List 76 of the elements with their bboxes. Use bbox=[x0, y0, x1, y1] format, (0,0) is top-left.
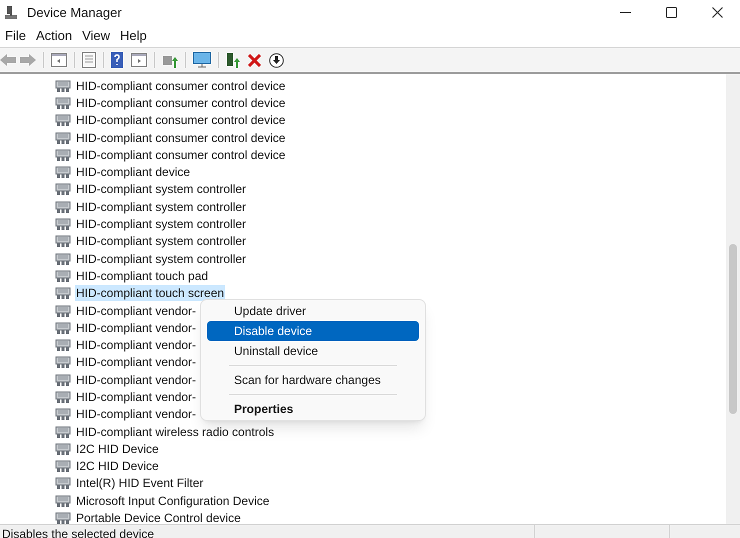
back-arrow-icon[interactable] bbox=[0, 54, 16, 66]
device-icon bbox=[55, 494, 71, 508]
device-icon bbox=[55, 459, 71, 474]
device-icon bbox=[55, 113, 71, 128]
device-icon bbox=[55, 407, 71, 422]
device-item[interactable]: HID-compliant consumer control device bbox=[75, 130, 286, 146]
device-item[interactable]: HID-compliant touch pad bbox=[75, 268, 210, 284]
device-item[interactable]: HID-compliant consumer control device bbox=[75, 94, 286, 111]
device-item[interactable]: HID-compliant vendor- bbox=[75, 406, 198, 422]
device-item[interactable]: Intel(R) HID Event Filter bbox=[75, 475, 204, 492]
menu-item[interactable]: Uninstall device bbox=[207, 341, 419, 361]
device-icon bbox=[55, 476, 71, 490]
device-icon bbox=[55, 320, 71, 335]
device-item[interactable]: HID-compliant vendor- bbox=[75, 320, 198, 336]
menu-item[interactable]: Action bbox=[30, 27, 78, 45]
device-icon bbox=[55, 338, 71, 352]
device-icon bbox=[55, 252, 71, 266]
device-item[interactable]: HID-compliant device bbox=[75, 164, 192, 180]
device-manager-icon bbox=[4, 4, 18, 20]
device-item[interactable]: HID-compliant system controller bbox=[75, 233, 248, 250]
device-item[interactable]: Microsoft Input Configuration Device bbox=[75, 492, 270, 509]
minimize-icon bbox=[620, 12, 630, 14]
status-text: Disables the selected device bbox=[0, 525, 535, 538]
device-icon bbox=[55, 148, 71, 162]
device-item[interactable]: HID-compliant vendor- bbox=[75, 372, 198, 388]
uninstall-x-icon[interactable] bbox=[248, 54, 261, 66]
enable-device-icon[interactable] bbox=[226, 52, 240, 68]
device-icon bbox=[55, 217, 71, 232]
device-icon bbox=[55, 424, 71, 439]
window-title: Device Manager bbox=[27, 4, 122, 22]
device-item[interactable]: HID-compliant consumer control device bbox=[75, 112, 286, 128]
device-icon bbox=[55, 442, 71, 456]
device-icon bbox=[55, 372, 71, 387]
device-icon bbox=[55, 304, 71, 318]
device-item[interactable]: HID-compliant vendor- bbox=[75, 388, 198, 405]
properties-sheet-icon[interactable] bbox=[82, 52, 96, 68]
close-icon bbox=[712, 7, 722, 18]
device-item[interactable]: HID-compliant vendor- bbox=[75, 354, 198, 370]
menu-item[interactable]: Help bbox=[115, 27, 152, 45]
menu-item[interactable]: Scan for hardware changes bbox=[207, 370, 419, 390]
device-icon bbox=[55, 286, 71, 300]
device-item[interactable]: HID-compliant system controller bbox=[75, 250, 248, 267]
device-item[interactable]: I2C HID Device bbox=[75, 458, 160, 474]
menu-item[interactable]: File bbox=[0, 27, 31, 45]
device-icon bbox=[55, 78, 71, 93]
device-item[interactable]: HID-compliant consumer control device bbox=[75, 146, 286, 163]
menu-item[interactable]: Properties bbox=[207, 399, 419, 419]
device-item[interactable]: HID-compliant touch screen bbox=[75, 285, 226, 302]
device-item[interactable]: HID-compliant system controller bbox=[75, 181, 248, 198]
console-tree-icon[interactable] bbox=[51, 53, 67, 67]
device-icon bbox=[55, 130, 71, 145]
device-icon bbox=[55, 234, 71, 248]
scrollbar[interactable] bbox=[726, 74, 740, 524]
help-icon[interactable] bbox=[111, 52, 123, 68]
device-item[interactable]: HID-compliant system controller bbox=[75, 216, 248, 232]
monitor-icon[interactable] bbox=[193, 52, 211, 68]
device-icon bbox=[55, 165, 71, 180]
device-icon bbox=[55, 200, 71, 214]
device-item[interactable]: Portable Device Control device bbox=[75, 510, 242, 524]
device-item[interactable]: HID-compliant consumer control device bbox=[75, 78, 286, 94]
device-icon bbox=[55, 96, 71, 110]
device-item[interactable]: HID-compliant system controller bbox=[75, 198, 248, 215]
device-icon bbox=[55, 355, 71, 370]
forward-arrow-icon[interactable] bbox=[20, 54, 36, 66]
action-pane-icon[interactable] bbox=[131, 53, 147, 67]
device-item[interactable]: HID-compliant wireless radio controls bbox=[75, 424, 276, 440]
device-item[interactable]: I2C HID Device bbox=[75, 440, 160, 457]
device-icon bbox=[55, 182, 71, 196]
menu-item[interactable]: Disable device bbox=[207, 321, 419, 341]
menu-item[interactable]: View bbox=[77, 27, 116, 45]
menu-item[interactable]: Update driver bbox=[207, 301, 419, 321]
device-icon bbox=[55, 268, 71, 283]
maximize-icon bbox=[666, 7, 676, 18]
device-item[interactable]: HID-compliant vendor- bbox=[75, 337, 198, 354]
device-icon bbox=[55, 390, 71, 404]
device-item[interactable]: HID-compliant vendor- bbox=[75, 302, 198, 318]
